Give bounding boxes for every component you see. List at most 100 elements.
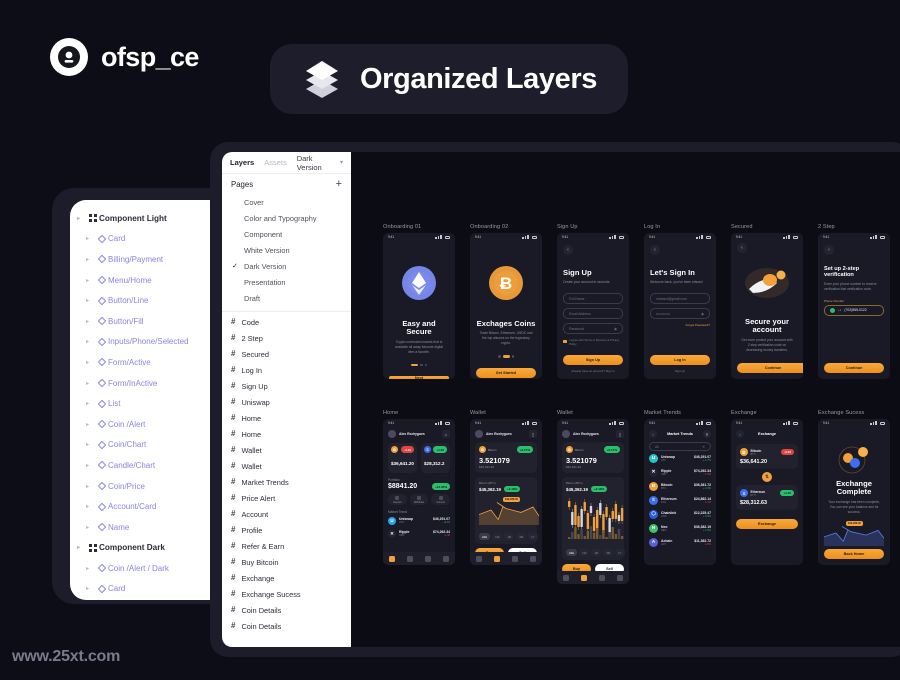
swap-icon[interactable]: ⇅ [762,472,772,482]
frame-wallet[interactable]: Wallet 9:41 Alex Rodrygues ▯ Ƀ Bitcoin +6.17% 3… [470,410,542,565]
canvas-layer-item[interactable]: # Profile [222,522,351,538]
eye-off-icon[interactable]: ◉ [701,312,704,316]
dot-0[interactable] [498,355,501,358]
range-option[interactable]: 1W [579,549,590,557]
exchange-from-card[interactable]: Ƀ Bitcoin BTC -3.40 $36,641.20 [736,444,798,469]
page-item[interactable]: Color and Typography [222,210,351,226]
canvas-layer-item[interactable]: # Wallet [222,442,351,458]
page-item[interactable]: ✓ Dark Version [222,258,351,274]
range-option[interactable]: 1Y [615,549,625,557]
primary-cta[interactable]: Get Started [476,367,536,378]
page-item[interactable]: Presentation [222,274,351,290]
phone-screen[interactable]: 9:41 ‹ Set up 2-step verification Enter you… [818,233,890,379]
range-option[interactable]: 1Y [528,533,538,541]
plus-icon[interactable]: + [336,178,342,190]
avatar[interactable] [562,430,570,438]
phone-screen[interactable]: 9:41 Exchange Complete Your exchange has b… [818,419,890,565]
range-selector[interactable]: 24H 1W 1M 3M 1Y [479,533,538,541]
input-field[interactable]: Full Name [563,293,623,305]
input-field[interactable]: •••••••••••• ◉ [650,308,710,320]
dot-0[interactable] [411,363,419,366]
market-row[interactable]: Ξ Ethereum ETH $24,862.14- 1.1% [649,493,711,507]
exchange-to-card[interactable]: Ξ Ethereum ETH +1.25 $28,312.63 [736,485,798,510]
avatar[interactable] [388,430,396,438]
market-row[interactable]: ✕ Ripple XRP $74,262.34- 1.4% [649,465,711,479]
tabbar-icon-1[interactable] [407,555,413,562]
primary-cta[interactable]: Back Home [824,549,884,559]
canvas-layer-item[interactable]: # Refer & Earn [222,538,351,554]
tabbar-icon-3[interactable] [443,555,449,562]
input-field[interactable]: Email Address [563,308,623,320]
balance-card[interactable]: Ƀ Bitcoin +6.17% 3.521079 $36,641.20 [562,442,624,473]
back-button[interactable]: ‹ [563,245,573,255]
phone-screen[interactable]: 9:41 ‹ Market Trends ⚲ All ✕ U Uniswap UNI $46,29… [644,419,716,565]
tabbar-icon-3[interactable] [617,574,623,581]
canvas-layer-item[interactable]: # Secured [222,346,351,362]
phone-screen[interactable]: 9:41 Alex Rodrygues ▯ Ƀ Bitcoin +6.17% 3.52107… [470,419,542,565]
coin-card[interactable]: Ξ +1.25 $28,312.2 [421,443,450,473]
page-item[interactable]: Component [222,226,351,242]
market-row[interactable]: U Uniswap UNI $46,291.07 + 1.7% [649,451,711,465]
phone-screen[interactable]: 9:41 Alex Rodrygues ☼ Ƀ -3.40 $36,641.20 Ξ +1.2… [383,419,455,565]
dot-2[interactable] [511,355,514,358]
range-option[interactable]: 24H [566,549,578,557]
bottom-tabbar[interactable] [470,552,542,565]
tabbar-icon-1[interactable] [494,555,500,562]
canvas-layer-item[interactable]: # Coin Details [222,602,351,618]
frame-2-step[interactable]: 2 Step 9:41 ‹ Set up 2-step verification Ent… [818,224,890,379]
search-input[interactable]: All ✕ [649,442,711,451]
phone-screen[interactable]: 9:41 ‹ Let's Sign In Welcome back, you've b… [644,233,716,379]
phone-screen[interactable]: 9:41 ‹ Exchange Ƀ Bitcoin BTC -3.40 $36,641.20 ⇅… [731,419,803,565]
market-row[interactable]: Ƀ Bitcoin BTC $36,361.72 + 2.4% [649,479,711,493]
tabbar-icon-0[interactable] [476,555,482,562]
canvas-layer-item[interactable]: # Coin Details [222,618,351,634]
phone-screen[interactable]: 9:41 ‹ Secure your account Get more protect… [731,233,803,379]
tabbar-icon-0[interactable] [563,574,569,581]
market-row[interactable]: N Neo NEO $36,382.19 + 1.9% [649,521,711,535]
dot-2[interactable] [424,363,427,366]
market-row[interactable]: A Achain ACT $11,362.72- 1.8% [649,535,711,549]
dot-1[interactable] [420,363,423,366]
form-footer[interactable]: Already have an account? Sign In [557,369,629,373]
chart-card[interactable]: Bitcoin (BTC) $45,362.19 +2.18% $42,288.00 2… [475,477,540,545]
primary-cta[interactable]: Continue [824,363,884,373]
canvas-layer-item[interactable]: # Home [222,426,351,442]
range-option[interactable]: 1W [492,533,503,541]
chart-card[interactable]: Bitcoin (BTC) $45,362.19 +2.18% 24H 1W 1M 3M 1Y [562,477,625,561]
tabbar-icon-2[interactable] [512,555,518,562]
canvas-layer-item[interactable]: # Home [222,410,351,426]
figma-canvas[interactable]: Onboarding 01 9:41 Easy and Secure Crypto c… [351,152,900,647]
frame-exchange-sucess[interactable]: Exchange Sucess 9:41 Exchange Complete Your… [818,410,890,565]
canvas-layer-item[interactable]: # Exchange [222,570,351,586]
frame-log-in[interactable]: Log In 9:41 ‹ Let's Sign In Welcome back, yo… [644,224,716,379]
phone-screen[interactable]: 9:41 Easy and Secure Crypto currencies boa… [383,233,455,379]
range-option[interactable]: 1M [504,533,515,541]
canvas-layer-item[interactable]: # Price Alert [222,490,351,506]
tabbar-icon-3[interactable] [530,555,536,562]
canvas-layer-item[interactable]: # Market Trends [222,474,351,490]
back-button[interactable]: ‹ [736,430,744,438]
bottom-tabbar[interactable] [557,571,629,584]
input-field[interactable]: Password ◉ [563,323,623,335]
primary-cta[interactable]: Sign Up [563,355,623,365]
tabbar-icon-2[interactable] [425,555,431,562]
frame-sign-up[interactable]: Sign Up 9:41 ‹ Sign Up Create your account i… [557,224,629,379]
tabbar-icon-2[interactable] [599,574,605,581]
canvas-layer-item[interactable]: # Sign Up [222,378,351,394]
range-option[interactable]: 3M [603,549,614,557]
tabbar-icon-0[interactable] [389,555,395,562]
market-row[interactable]: U Uniswap UNI $46,291.07 +4.10 [388,514,450,527]
phone-screen[interactable]: 9:41 Alex Rodrygues ▯ Ƀ Bitcoin +6.17% 3.52107… [557,419,629,584]
phone-screen[interactable]: 9:41 ‹ Sign Up Create your account in secon… [557,233,629,379]
canvas-layer-item[interactable]: #2 Step [222,330,351,346]
bottom-tabbar[interactable] [383,552,455,565]
page-item[interactable]: White Version [222,242,351,258]
form-footer[interactable]: Sign Up [644,369,716,373]
canvas-layer-item[interactable]: # Uniswap [222,394,351,410]
phone-input[interactable]: +1 (702)555-0122 [824,304,884,316]
frame-market-trends[interactable]: Market Trends 9:41 ‹ Market Trends ⚲ All ✕ U Uni… [644,410,716,565]
canvas-layer-item[interactable]: # Exchange Sucess [222,586,351,602]
bell-icon[interactable]: ☼ [442,430,450,438]
eye-off-icon[interactable]: ◉ [614,327,617,331]
tab-layers[interactable]: Layers [230,158,254,167]
